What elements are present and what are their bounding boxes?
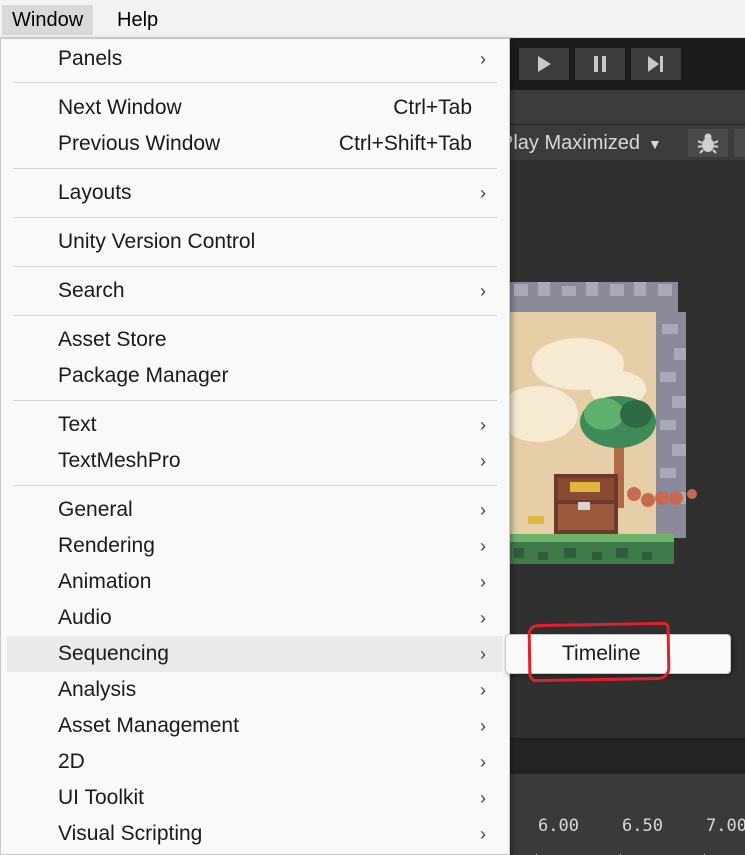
- toolbar-edge-button[interactable]: [734, 129, 745, 157]
- menu-item-unity-version-control[interactable]: Unity Version Control: [7, 224, 502, 260]
- menu-item-label: TextMeshPro: [58, 449, 181, 472]
- menu-item-label: Layouts: [58, 181, 132, 204]
- menu-item-label: Asset Store: [58, 328, 167, 351]
- timeline-ruler: 6.00 6.50 7.00: [508, 774, 745, 855]
- menu-item-package-manager[interactable]: Package Manager: [7, 358, 502, 394]
- menu-separator: [13, 82, 497, 83]
- menu-item-label: Search: [58, 279, 125, 302]
- shortcut-label: Ctrl+Shift+Tab: [338, 132, 472, 155]
- chevron-right-icon: ›: [480, 500, 486, 520]
- menu-item-label: Sequencing: [58, 642, 169, 665]
- play-icon: [538, 56, 551, 72]
- menu-item-label: Next Window: [58, 96, 182, 119]
- chevron-right-icon: ›: [480, 183, 486, 203]
- menu-item-label: Audio: [58, 606, 112, 629]
- menu-item-label: Unity Version Control: [58, 230, 256, 253]
- menu-separator: [13, 266, 497, 267]
- menu-item-label: Visual Scripting: [58, 822, 203, 845]
- menu-item-2d[interactable]: 2D ›: [7, 744, 502, 780]
- window-menu: Panels › Next Window Ctrl+Tab Previous W…: [0, 38, 510, 855]
- pause-button[interactable]: [574, 47, 626, 81]
- chevron-right-icon: ›: [480, 608, 486, 628]
- menu-item-label: 2D: [58, 750, 85, 773]
- menu-item-animation[interactable]: Animation ›: [7, 564, 502, 600]
- highlight-annotation: [527, 621, 671, 683]
- debug-button[interactable]: [688, 129, 728, 157]
- menu-item-label: Package Manager: [58, 364, 229, 387]
- chevron-right-icon: ›: [480, 415, 486, 435]
- play-button[interactable]: [518, 47, 570, 81]
- menu-help[interactable]: Help: [107, 5, 168, 35]
- chevron-right-icon: ›: [480, 752, 486, 772]
- play-toolbar: [508, 38, 745, 90]
- chevron-right-icon: ›: [480, 451, 486, 471]
- menu-item-label: Previous Window: [58, 132, 221, 155]
- unity-editor: Play Maximized ▼ 6.00 6.50 7.00: [500, 38, 745, 855]
- menu-item-rendering[interactable]: Rendering ›: [7, 528, 502, 564]
- menu-separator: [13, 400, 497, 401]
- bug-icon: [697, 133, 719, 154]
- chevron-down-icon: ▼: [648, 136, 662, 152]
- shortcut-label: Ctrl+Tab: [393, 96, 472, 119]
- menu-item-previous-window[interactable]: Previous Window Ctrl+Shift+Tab: [7, 126, 502, 162]
- menu-item-next-window[interactable]: Next Window Ctrl+Tab: [7, 90, 502, 126]
- menu-item-label: Asset Management: [58, 714, 239, 737]
- menu-item-label: General: [58, 498, 133, 521]
- chevron-right-icon: ›: [480, 680, 486, 700]
- menu-item-ui-toolkit[interactable]: UI Toolkit ›: [7, 780, 502, 816]
- menu-item-label: Analysis: [58, 678, 137, 701]
- chevron-right-icon: ›: [480, 281, 486, 301]
- menu-item-text[interactable]: Text ›: [7, 407, 502, 443]
- menu-separator: [13, 485, 497, 486]
- menu-bar: Window Help: [0, 0, 745, 38]
- menu-item-label: Animation: [58, 570, 152, 593]
- menu-item-layouts[interactable]: Layouts ›: [7, 175, 502, 211]
- play-maximized-dropdown[interactable]: Play Maximized ▼: [500, 130, 662, 156]
- menu-separator: [13, 315, 497, 316]
- menu-item-label: UI Toolkit: [58, 786, 144, 809]
- chevron-right-icon: ›: [480, 572, 486, 592]
- chevron-right-icon: ›: [480, 536, 486, 556]
- step-button[interactable]: [630, 47, 682, 81]
- game-scene-image: [508, 282, 697, 564]
- chevron-right-icon: ›: [480, 824, 486, 844]
- menu-item-label: Panels: [58, 47, 123, 70]
- menu-separator: [13, 217, 497, 218]
- menu-item-label: Text: [58, 413, 97, 436]
- menu-item-search[interactable]: Search ›: [7, 273, 502, 309]
- menu-item-asset-store[interactable]: Asset Store: [7, 322, 502, 358]
- game-view-toolbar: Play Maximized ▼: [500, 124, 745, 160]
- chevron-right-icon: ›: [480, 716, 486, 736]
- pause-icon: [594, 56, 606, 72]
- menu-item-audio[interactable]: Audio ›: [7, 600, 502, 636]
- chevron-right-icon: ›: [480, 788, 486, 808]
- chevron-right-icon: ›: [480, 49, 486, 69]
- step-icon: [648, 56, 663, 72]
- menu-item-asset-management[interactable]: Asset Management ›: [7, 708, 502, 744]
- timeline-header: [508, 738, 745, 774]
- menu-item-panels[interactable]: Panels ›: [7, 41, 502, 77]
- menu-item-sequencing[interactable]: Sequencing ›: [7, 636, 502, 672]
- menu-item-textmeshpro[interactable]: TextMeshPro ›: [7, 443, 502, 479]
- tick-label: 7.00: [706, 816, 745, 836]
- menu-item-label: Rendering: [58, 534, 155, 557]
- tick-label: 6.50: [622, 816, 663, 836]
- menu-window[interactable]: Window: [2, 5, 94, 35]
- menu-separator: [13, 168, 497, 169]
- game-tab-bar: [508, 90, 745, 124]
- menu-item-analysis[interactable]: Analysis ›: [7, 672, 502, 708]
- chevron-right-icon: ›: [480, 644, 486, 664]
- menu-item-general[interactable]: General ›: [7, 492, 502, 528]
- play-maximized-label: Play Maximized: [500, 132, 641, 154]
- tick-label: 6.00: [538, 816, 579, 836]
- menu-item-visual-scripting[interactable]: Visual Scripting ›: [7, 816, 502, 852]
